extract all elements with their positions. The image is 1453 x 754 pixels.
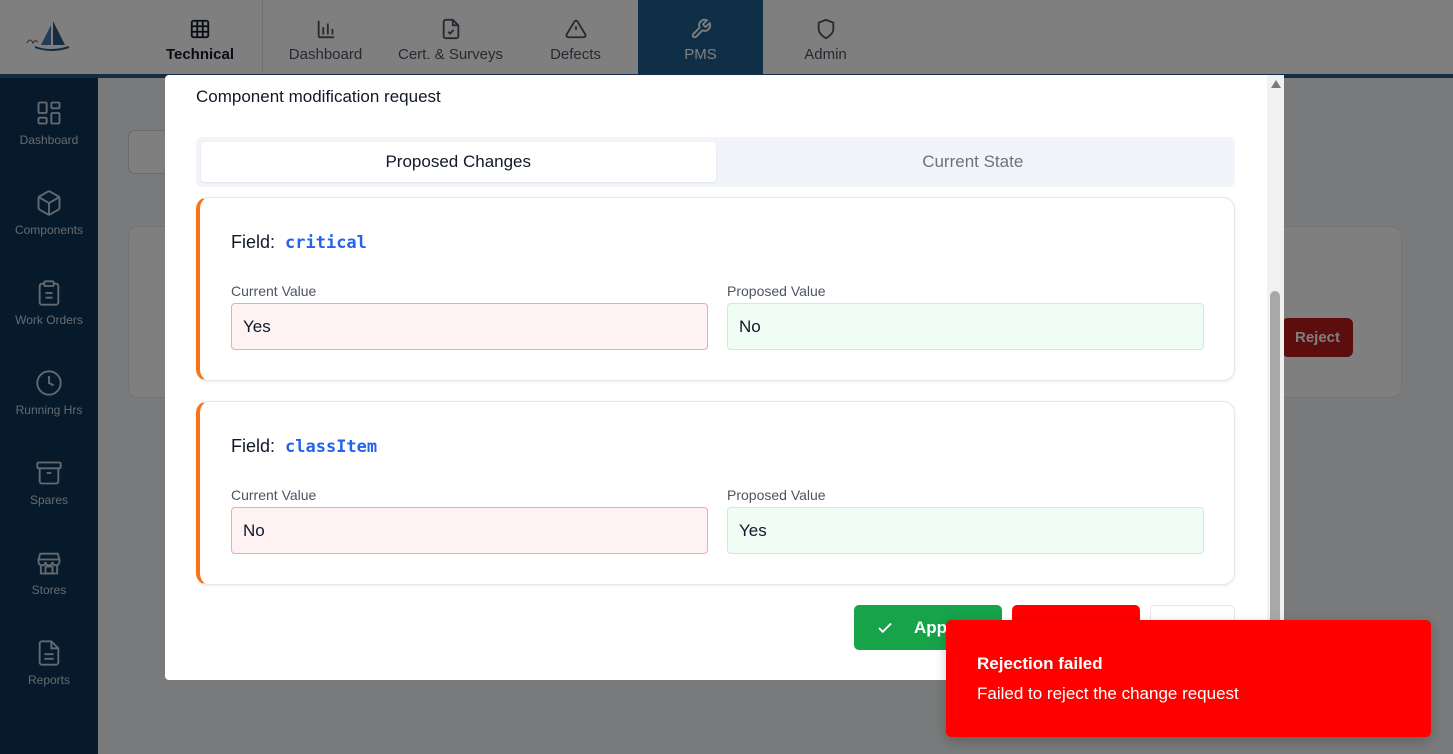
check-icon	[878, 622, 892, 633]
current-value-box: No	[231, 507, 708, 554]
field-change-card: Field: critical Current Value Proposed V…	[196, 197, 1235, 381]
field-prefix-label: Field:	[231, 436, 276, 456]
proposed-value-label: Proposed Value	[727, 283, 826, 299]
modal-scrollbar[interactable]	[1267, 75, 1284, 680]
field-prefix-label: Field:	[231, 232, 276, 252]
field-name: classItem	[285, 437, 378, 457]
modal-tab-bar: Proposed Changes Current State	[196, 137, 1235, 187]
scroll-up-arrow-icon[interactable]	[1271, 80, 1281, 88]
error-toast[interactable]: Rejection failed Failed to reject the ch…	[946, 620, 1431, 737]
field-change-card: Field: classItem Current Value Proposed …	[196, 401, 1235, 585]
proposed-value-box: Yes	[727, 507, 1204, 554]
toast-message: Failed to reject the change request	[977, 684, 1239, 703]
modification-request-modal: Component modification request Proposed …	[165, 75, 1284, 680]
tab-proposed-changes[interactable]: Proposed Changes	[201, 142, 716, 182]
current-value-box: Yes	[231, 303, 708, 350]
current-value-label: Current Value	[231, 487, 317, 503]
modal-title: Component modification request	[196, 87, 441, 106]
proposed-value-label: Proposed Value	[727, 487, 826, 503]
tab-current-state[interactable]: Current State	[716, 142, 1231, 182]
toast-title: Rejection failed	[977, 654, 1103, 673]
proposed-value-box: No	[727, 303, 1204, 350]
current-value-label: Current Value	[231, 283, 317, 299]
field-name: critical	[285, 233, 367, 253]
